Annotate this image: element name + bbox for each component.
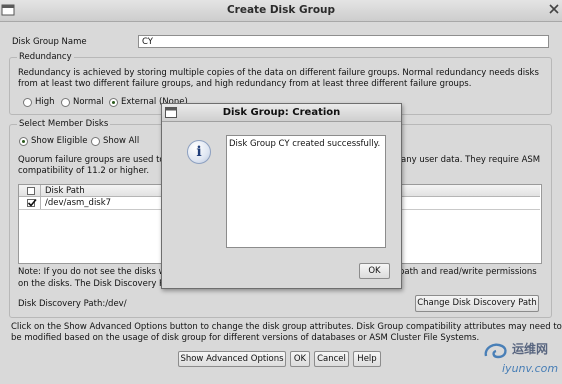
creation-dialog: Disk Group: Creation i Disk Group CY cre…: [161, 103, 402, 289]
column-header-disk-path: Disk Path: [45, 186, 85, 196]
dialog-ok-button[interactable]: OK: [359, 263, 390, 279]
cancel-button[interactable]: Cancel: [314, 351, 349, 367]
close-icon[interactable]: [549, 4, 559, 14]
disk-group-name-input[interactable]: CY: [138, 35, 549, 48]
help-button[interactable]: Help: [353, 351, 381, 367]
row-checkbox[interactable]: [27, 198, 37, 207]
radio-normal[interactable]: [61, 98, 70, 107]
quorum-text-line-2: compatibility of 11.2 or higher.: [18, 166, 150, 176]
radio-high-label: High: [35, 97, 55, 107]
dialog-message-box: Disk Group CY created successfully.: [226, 135, 386, 248]
watermark-en: iyunv.com: [502, 362, 559, 375]
quorum-text-line-1: Quorum failure groups are used to: [18, 155, 165, 165]
advanced-text-line-1: Click on the Show Advanced Options butto…: [11, 322, 562, 332]
disk-path-cell: /dev/asm_disk7: [45, 198, 112, 208]
window-title: Create Disk Group: [226, 4, 336, 16]
radio-show-eligible[interactable]: [19, 137, 28, 146]
watermark-logo: 运维网 iyunv.com: [480, 338, 562, 384]
dialog-title: Disk Group: Creation: [222, 107, 341, 118]
radio-show-all[interactable]: [91, 137, 100, 146]
radio-high[interactable]: [23, 98, 32, 107]
disk-discovery-path: Disk Discovery Path:/dev/: [18, 299, 127, 309]
change-discovery-path-button[interactable]: Change Disk Discovery Path: [415, 295, 539, 312]
redundancy-description-line-2: from at least two different failure grou…: [18, 79, 472, 89]
disk-group-name-label: Disk Group Name: [12, 37, 87, 47]
quorum-text-line-1-right: any user data. They require ASM: [401, 155, 541, 165]
dialog-window-icon[interactable]: [165, 107, 177, 118]
watermark-cn: 运维网: [512, 342, 549, 356]
ok-button[interactable]: OK: [290, 351, 310, 367]
show-advanced-options-button[interactable]: Show Advanced Options: [178, 351, 286, 367]
info-icon: i: [187, 140, 211, 164]
radio-normal-label: Normal: [73, 97, 104, 107]
dialog-title-bar[interactable]: Disk Group: Creation: [162, 104, 401, 122]
checkmark-icon: [27, 198, 37, 207]
radio-show-eligible-label: Show Eligible: [31, 136, 88, 146]
member-disks-legend: Select Member Disks: [17, 119, 111, 129]
note-line-1-right: path and read/write permissions: [399, 267, 537, 277]
radio-external[interactable]: [109, 98, 118, 107]
select-all-checkbox[interactable]: [27, 187, 35, 195]
watermark-swirl-icon: [484, 343, 507, 359]
redundancy-description-line-1: Redundancy is achieved by storing multip…: [18, 68, 539, 78]
note-line-2: on the disks. The Disk Discovery P: [18, 279, 165, 289]
advanced-text-line-2: be modified based on the usage of disk g…: [11, 333, 480, 343]
dialog-message: Disk Group CY created successfully.: [229, 139, 381, 149]
note-line-1: Note: If you do not see the disks w: [18, 267, 166, 277]
radio-show-all-label: Show All: [103, 136, 140, 146]
redundancy-legend: Redundancy: [17, 52, 74, 62]
